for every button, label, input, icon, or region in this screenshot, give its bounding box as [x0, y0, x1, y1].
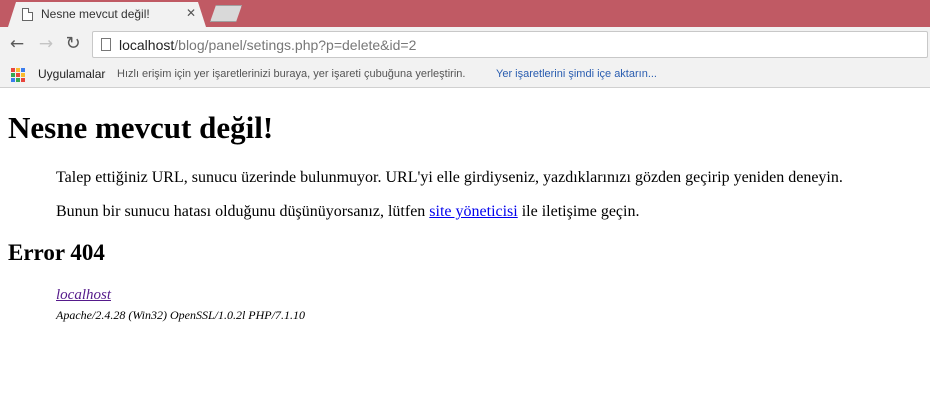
error-description: Talep ettiğiniz URL, sunucu üzerinde bul… [56, 169, 843, 186]
apps-grid-dot [21, 78, 25, 82]
apps-grid-dot [16, 78, 20, 82]
url-host: localhost [119, 37, 175, 53]
apps-grid-dot [11, 68, 15, 72]
contact-text-after: ile iletişime geçin. [517, 203, 640, 220]
apps-grid-dot [16, 73, 20, 77]
reload-icon[interactable]: ↻ [62, 33, 84, 55]
tab-active[interactable]: Nesne mevcut değil! ✕ [8, 2, 206, 27]
bookmarks-hint: Hızlı erişim için yer işaretlerinizi bur… [117, 68, 466, 80]
apps-grid-dot [21, 73, 25, 77]
bookmarks-bar: Uygulamalar Hızlı erişim için yer işaret… [0, 62, 930, 88]
server-signature: Apache/2.4.28 (Win32) OpenSSL/1.0.2l PHP… [56, 308, 305, 322]
apps-grid-dot [11, 78, 15, 82]
apps-grid-icon[interactable] [11, 68, 25, 82]
tab-strip: Nesne mevcut değil! ✕ [0, 0, 930, 27]
close-icon[interactable]: ✕ [184, 6, 198, 20]
page-content: Nesne mevcut değil! Talep ettiğiniz URL,… [0, 89, 930, 415]
contact-text-before: Bunun bir sunucu hatası olduğunu düşünüy… [56, 203, 430, 220]
forward-arrow-icon[interactable]: → [35, 33, 57, 55]
page-info-icon[interactable] [101, 38, 111, 51]
url-text[interactable]: localhost/blog/panel/setings.php?p=delet… [119, 37, 416, 53]
page-title: Nesne mevcut değil! [8, 110, 274, 145]
address-bar[interactable]: localhost/blog/panel/setings.php?p=delet… [92, 31, 928, 58]
tab-title: Nesne mevcut değil! [41, 7, 150, 21]
apps-grid-dot [21, 68, 25, 72]
apps-grid-dot [11, 73, 15, 77]
apps-button[interactable]: Uygulamalar [38, 67, 105, 81]
browser-toolbar: ← → ↻ localhost/blog/panel/setings.php?p… [0, 27, 930, 62]
contact-admin-text: Bunun bir sunucu hatası olduğunu düşünüy… [56, 203, 639, 221]
page-icon [22, 8, 33, 21]
server-address-link[interactable]: localhost [56, 287, 111, 304]
new-tab-button[interactable] [210, 5, 242, 22]
import-bookmarks-link[interactable]: Yer işaretlerini şimdi içe aktarın... [496, 68, 657, 80]
url-path: /blog/panel/setings.php?p=delete&id=2 [174, 37, 417, 53]
apps-grid-dot [16, 68, 20, 72]
error-code: Error 404 [8, 240, 105, 265]
back-arrow-icon[interactable]: ← [6, 33, 28, 55]
site-admin-link[interactable]: site yöneticisi [429, 203, 517, 220]
